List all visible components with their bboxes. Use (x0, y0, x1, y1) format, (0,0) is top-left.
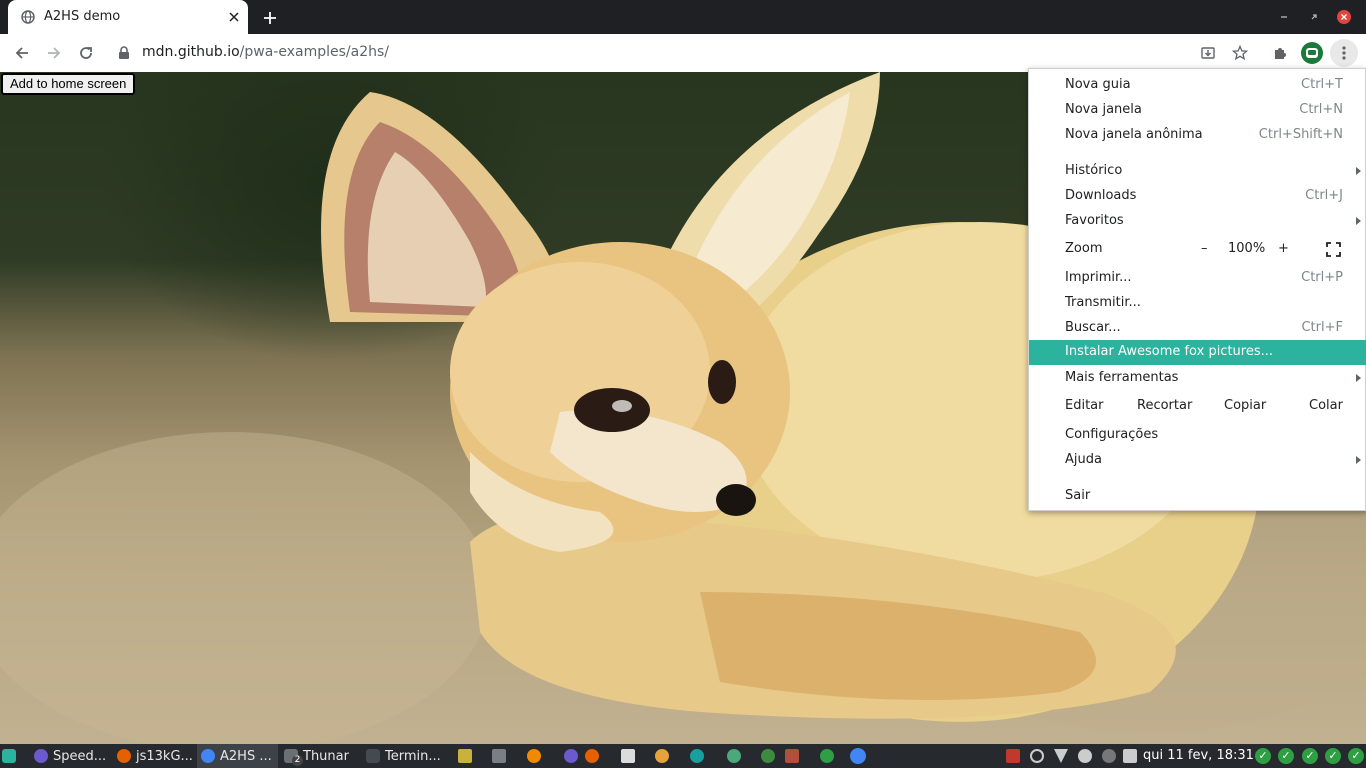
menu-separator (1029, 153, 1366, 154)
check-icon[interactable]: ✓ (1348, 748, 1364, 764)
chrome-icon (201, 749, 215, 763)
submenu-arrow-icon (1356, 456, 1361, 464)
globe-icon (21, 10, 35, 28)
browser-menu: Nova guia Ctrl+T Nova janela Ctrl+N Nova j… (1028, 68, 1366, 511)
cut-button[interactable]: Recortar (1137, 398, 1192, 413)
menu-item-nova-janela-anonima[interactable]: Nova janela anônima Ctrl+Shift+N (1029, 123, 1366, 148)
info-icon[interactable] (1078, 749, 1092, 763)
menu-item-configuracoes[interactable]: Configurações (1029, 423, 1366, 448)
fullscreen-icon[interactable] (1326, 242, 1341, 261)
install-app-icon[interactable] (1194, 39, 1222, 67)
app-tray-icon[interactable] (564, 749, 578, 763)
menu-zoom-row: Zoom – 100% + (1029, 237, 1366, 262)
check-icon[interactable]: ✓ (1278, 748, 1294, 764)
menu-item-ajuda[interactable]: Ajuda (1029, 448, 1366, 473)
zoom-out-button[interactable]: – (1201, 241, 1208, 256)
menu-item-nova-guia[interactable]: Nova guia Ctrl+T (1029, 73, 1366, 98)
new-tab-icon[interactable] (258, 6, 282, 30)
menu-item-sair[interactable]: Sair (1029, 484, 1366, 509)
close-window-icon[interactable] (1334, 7, 1354, 27)
menu-item-mais-ferramentas[interactable]: Mais ferramentas (1029, 366, 1366, 391)
menu-item-nova-janela[interactable]: Nova janela Ctrl+N (1029, 98, 1366, 123)
vlc-icon[interactable] (527, 749, 541, 763)
browser-tab[interactable]: A2HS demo (8, 0, 248, 34)
submenu-arrow-icon (1356, 217, 1361, 225)
zoom-level: 100% (1228, 241, 1266, 256)
paste-button[interactable]: Colar (1309, 398, 1343, 413)
taskbar-item-firefox[interactable]: js13kG... (117, 744, 193, 768)
close-tab-icon[interactable] (224, 7, 244, 27)
reload-icon[interactable] (72, 39, 100, 67)
menu-item-instalar-app[interactable]: Instalar Awesome fox pictures... (1029, 340, 1366, 365)
minimize-icon[interactable] (1274, 7, 1294, 27)
taskbar: Speed... js13kG... A2HS ... Thunar 2 Ter… (0, 744, 1366, 768)
taskbar-item-speed[interactable]: Speed... (34, 744, 106, 768)
forward-arrow-icon[interactable] (40, 39, 68, 67)
striped-app-icon[interactable] (785, 749, 799, 763)
submenu-arrow-icon (1356, 374, 1361, 382)
menu-item-transmitir[interactable]: Transmitir... (1029, 291, 1366, 316)
puzzle-tray-icon[interactable] (761, 749, 775, 763)
network-tray-icon[interactable] (690, 749, 704, 763)
menu-item-historico[interactable]: Histórico (1029, 159, 1366, 184)
bookmark-star-icon[interactable] (1226, 39, 1254, 67)
url-path: /pwa-examples/a2hs/ (239, 44, 389, 60)
tab-title: A2HS demo (44, 9, 121, 24)
notes-icon[interactable] (458, 749, 472, 763)
menu-item-imprimir[interactable]: Imprimir... Ctrl+P (1029, 266, 1366, 291)
utility-icon[interactable] (727, 749, 741, 763)
firefox-tray-icon[interactable] (585, 749, 599, 763)
clock[interactable]: qui 11 fev, 18:31 (1143, 748, 1254, 763)
menu-item-buscar[interactable]: Buscar... Ctrl+F (1029, 316, 1366, 341)
profile-avatar-icon[interactable] (1298, 39, 1326, 67)
submenu-arrow-icon (1356, 167, 1361, 175)
check-icon[interactable]: ✓ (1302, 748, 1318, 764)
menu-item-downloads[interactable]: Downloads Ctrl+J (1029, 184, 1366, 209)
grammarly-icon[interactable] (820, 749, 834, 763)
recording-icon[interactable] (1006, 749, 1020, 763)
attachment-icon[interactable] (1030, 749, 1044, 763)
add-to-home-screen-button[interactable]: Add to home screen (1, 73, 136, 95)
chrome-tray-icon[interactable] (850, 748, 866, 764)
url-host: mdn.github.io (142, 44, 240, 60)
tab-strip: A2HS demo (0, 0, 1366, 34)
terminal-icon (366, 749, 380, 763)
browser-toolbar: mdn.github.io/pwa-examples/a2hs/ (0, 34, 1366, 72)
menu-item-favoritos[interactable]: Favoritos (1029, 209, 1366, 234)
extensions-puzzle-icon[interactable] (1266, 39, 1294, 67)
app-icon (34, 749, 48, 763)
wifi-icon[interactable] (1054, 749, 1068, 763)
check-icon[interactable]: ✓ (1325, 748, 1341, 764)
zoom-in-button[interactable]: + (1278, 241, 1289, 256)
check-icon[interactable]: ✓ (1255, 748, 1271, 764)
restore-icon[interactable] (1304, 7, 1324, 27)
terminal-tray-icon[interactable] (492, 749, 506, 763)
blender-icon[interactable] (655, 749, 669, 763)
app-launcher-icon[interactable] (2, 744, 16, 768)
more-menu-icon[interactable] (1330, 39, 1358, 67)
firefox-icon (117, 749, 131, 763)
thunar-count-badge: 2 (292, 755, 303, 766)
bluetooth-off-icon[interactable] (1102, 749, 1116, 763)
address-bar[interactable]: mdn.github.io/pwa-examples/a2hs/ (142, 44, 389, 60)
back-arrow-icon[interactable] (8, 39, 36, 67)
lock-icon[interactable] (112, 39, 136, 67)
taskbar-item-terminal[interactable]: Termin... (366, 744, 441, 768)
volume-icon[interactable] (1123, 749, 1137, 763)
menu-edit-row: Editar Recortar Copiar Colar (1065, 398, 1343, 413)
copy-button[interactable]: Copiar (1224, 398, 1266, 413)
document-icon[interactable] (621, 749, 635, 763)
taskbar-item-chrome[interactable]: A2HS ... (197, 744, 278, 768)
